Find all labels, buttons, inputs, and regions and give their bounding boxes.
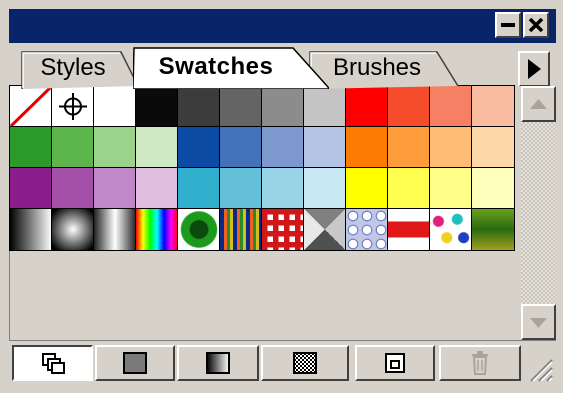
show-pattern-swatches-icon	[293, 352, 317, 374]
palette-menu-arrow-icon	[528, 59, 541, 79]
swatch-medium-blue[interactable]	[219, 126, 263, 169]
swatch-light-green[interactable]	[93, 126, 137, 169]
show-all-swatches-icon	[41, 353, 65, 374]
swatch-checker[interactable]	[261, 208, 305, 251]
none-swatch-slash-icon	[9, 85, 53, 128]
tab-brushes[interactable]: Brushes	[309, 51, 459, 89]
swatches-palette: Styles Brushes Swatches	[0, 0, 563, 393]
swatch-medium-green[interactable]	[51, 126, 95, 169]
palette-tab-row: Styles Brushes Swatches	[9, 43, 556, 89]
resize-grip-icon[interactable]	[523, 352, 553, 382]
tab-label: Styles	[40, 54, 106, 81]
swatch-black-white-radial[interactable]	[51, 208, 95, 251]
swatch-orange-red[interactable]	[387, 85, 431, 128]
registration-target-icon	[59, 93, 87, 120]
show-all-swatches-button[interactable]	[12, 345, 93, 381]
swatch-light-sky[interactable]	[261, 167, 305, 210]
swatch-25-gray[interactable]	[303, 85, 347, 128]
swatch-yellow[interactable]	[345, 167, 389, 210]
close-button[interactable]	[523, 12, 549, 38]
minimize-icon	[501, 23, 515, 27]
swatch-black-white-linear[interactable]	[9, 208, 53, 251]
swatch-registration[interactable]	[51, 85, 95, 128]
swatch-pale-blue[interactable]	[303, 126, 347, 169]
swatch-salmon[interactable]	[429, 85, 473, 128]
vertical-scrollbar[interactable]	[521, 86, 556, 340]
swatch-red[interactable]	[345, 85, 389, 128]
show-pattern-swatches-button[interactable]	[261, 345, 349, 381]
swatch-circles[interactable]	[345, 208, 389, 251]
swatch-teal[interactable]	[177, 167, 221, 210]
tab-swatches[interactable]: Swatches	[133, 47, 329, 89]
show-gradient-swatches-button[interactable]	[177, 345, 259, 381]
palette-title-bar[interactable]	[9, 9, 556, 43]
swatch-orange[interactable]	[387, 126, 431, 169]
swatch-green-dot[interactable]	[177, 208, 221, 251]
swatch-pale-sky[interactable]	[303, 167, 347, 210]
swatch-white[interactable]	[93, 85, 137, 128]
show-gradient-swatches-icon	[206, 352, 230, 374]
swatch-lavender[interactable]	[93, 167, 137, 210]
swatch-purple[interactable]	[9, 167, 53, 210]
delete-swatch-icon	[472, 351, 488, 375]
close-icon	[528, 17, 544, 33]
swatch-pale-green[interactable]	[135, 126, 179, 169]
delete-swatch-button[interactable]	[439, 345, 521, 381]
swatch-confetti[interactable]	[429, 208, 473, 251]
swatch-light-blue[interactable]	[261, 126, 305, 169]
swatch-rainbow[interactable]	[135, 208, 179, 251]
swatch-75-gray[interactable]	[177, 85, 221, 128]
minimize-button[interactable]	[495, 12, 521, 38]
swatch-none[interactable]	[9, 85, 53, 128]
swatch-green[interactable]	[9, 126, 53, 169]
swatch-cream[interactable]	[471, 167, 515, 210]
swatch-foliage[interactable]	[471, 208, 515, 251]
swatch-pale-lavender[interactable]	[135, 167, 179, 210]
swatch-steel[interactable]	[93, 208, 137, 251]
scroll-down-arrow-icon	[530, 318, 547, 328]
swatch-light-orange[interactable]	[429, 126, 473, 169]
swatch-pale-yellow[interactable]	[429, 167, 473, 210]
tab-label: Brushes	[332, 54, 422, 81]
show-color-swatches-button[interactable]	[95, 345, 175, 381]
swatch-navy-blue[interactable]	[177, 126, 221, 169]
tab-styles[interactable]: Styles	[21, 51, 139, 89]
swatch-medium-purple[interactable]	[51, 167, 95, 210]
swatch-dark-orange[interactable]	[345, 126, 389, 169]
swatch-red-band[interactable]	[387, 208, 431, 251]
swatch-45-gray[interactable]	[261, 85, 305, 128]
swatch-60-gray[interactable]	[219, 85, 263, 128]
swatch-black[interactable]	[135, 85, 179, 128]
tab-label: Swatches	[158, 53, 274, 80]
show-color-swatches-icon	[123, 352, 147, 374]
swatch-pale-orange[interactable]	[471, 126, 515, 169]
palette-menu-button[interactable]	[518, 51, 550, 87]
swatch-stripes-gradient[interactable]	[219, 208, 263, 251]
swatch-peach[interactable]	[471, 85, 515, 128]
new-swatch-button[interactable]	[355, 345, 435, 381]
swatch-sky[interactable]	[219, 167, 263, 210]
new-swatch-icon	[385, 353, 405, 373]
scroll-up-button[interactable]	[521, 86, 556, 122]
swatch-list	[9, 85, 522, 340]
swatch-light-yellow[interactable]	[387, 167, 431, 210]
swatch-pyramid[interactable]	[303, 208, 347, 251]
palette-bottom-bar	[9, 340, 556, 385]
scroll-up-arrow-icon	[530, 99, 547, 109]
scroll-down-button[interactable]	[521, 304, 556, 340]
